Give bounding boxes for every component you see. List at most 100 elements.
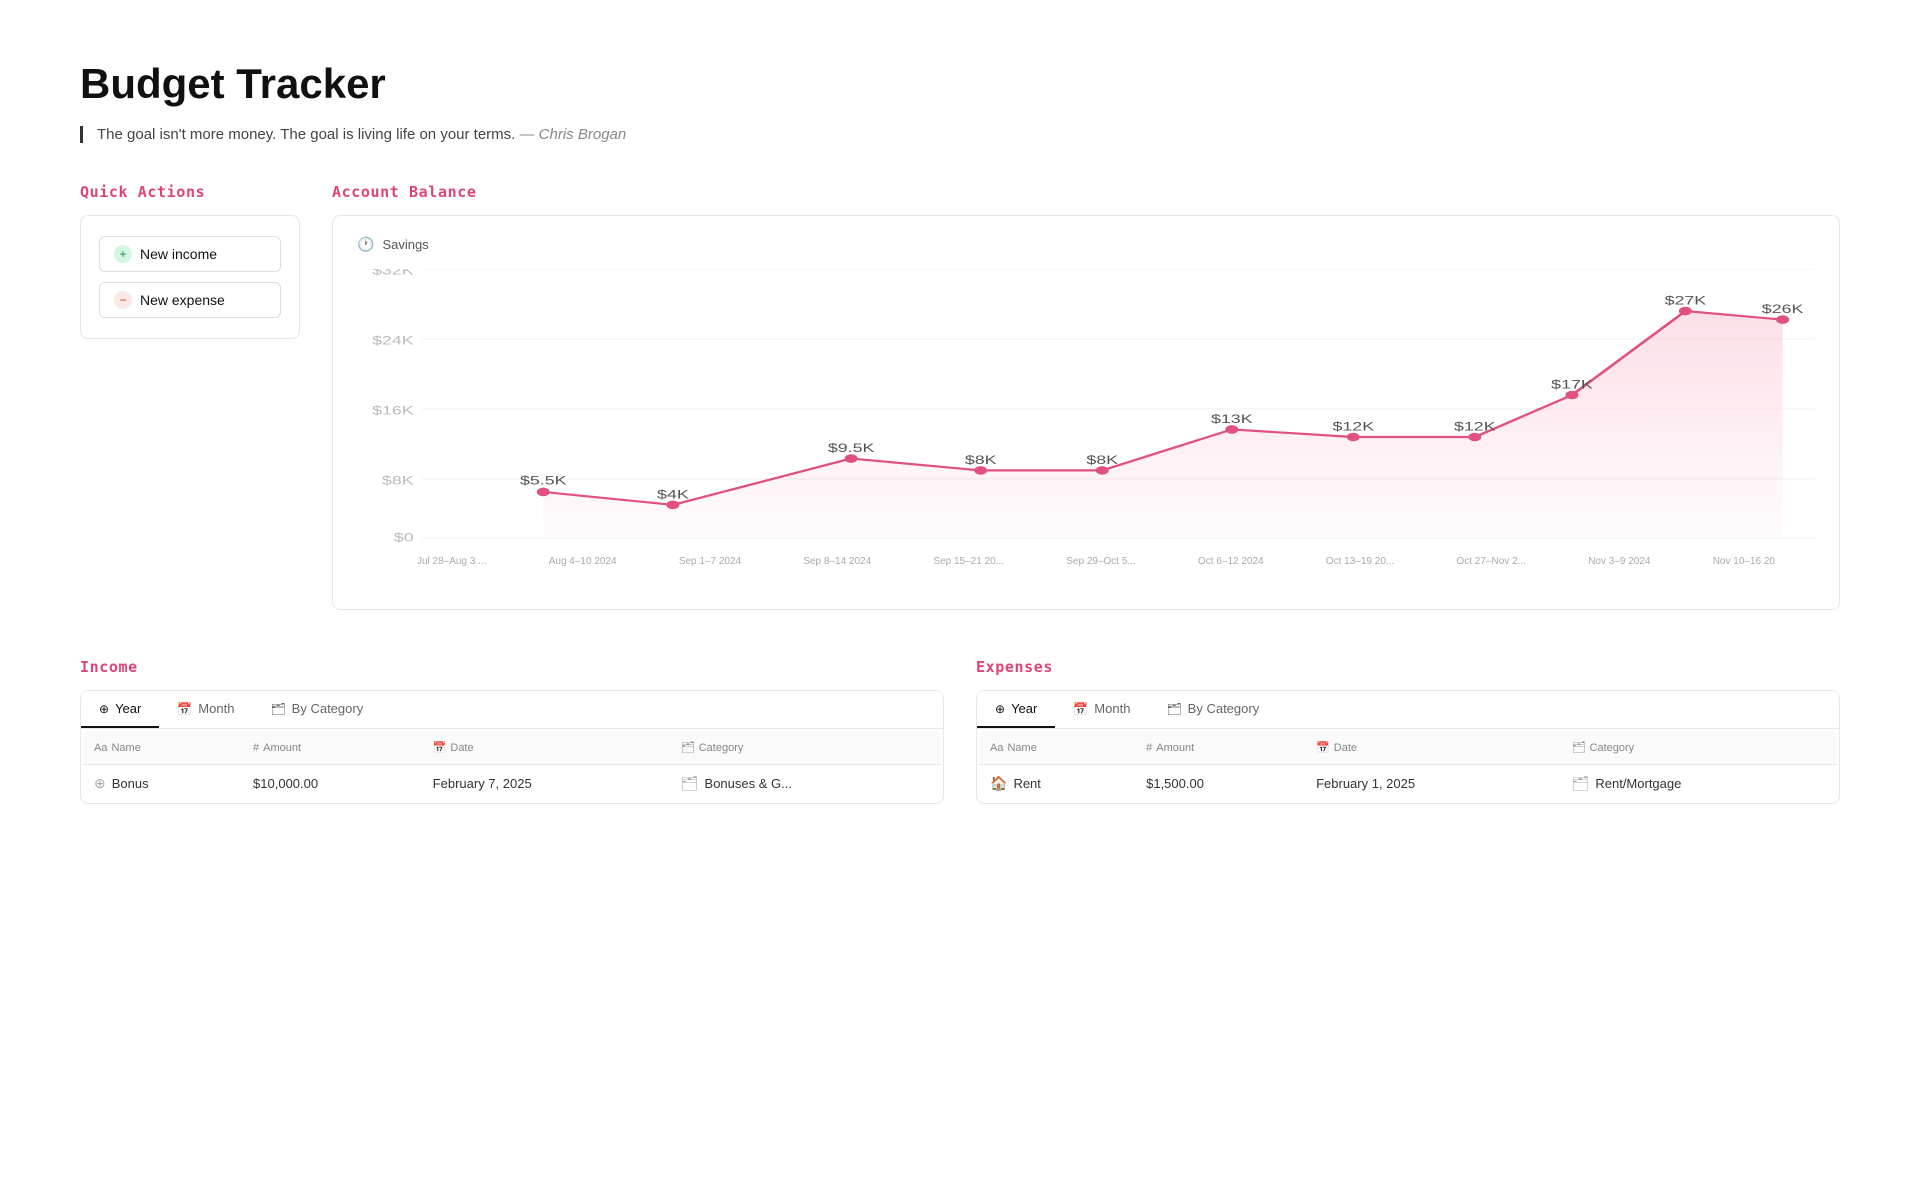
- exp-month-tab-icon: 📅: [1073, 702, 1088, 716]
- data-point: [1096, 466, 1109, 475]
- name-col-icon: Aa: [94, 742, 107, 754]
- income-col-category: 🗂 Category: [669, 730, 943, 765]
- x-label: Sep 8–14 2024: [803, 556, 871, 567]
- page-title: Budget Tracker: [80, 60, 1840, 108]
- income-row-date: February 7, 2025: [421, 765, 669, 803]
- expenses-row-name: 🏠 Rent: [978, 765, 1135, 803]
- expenses-table-row: 🏠 Rent $1,500.00 February 1, 2025 🗂 Rent…: [978, 765, 1839, 803]
- data-point: [845, 454, 858, 463]
- exp-category-tab-icon: 🗂: [1166, 702, 1181, 716]
- account-balance-section: Account Balance 🕐 Savings $32K $24K: [332, 183, 1840, 610]
- expenses-tab-year-label: Year: [1011, 701, 1037, 716]
- category-tab-icon: 🗂: [270, 702, 285, 716]
- svg-text:$5.5K: $5.5K: [520, 474, 567, 487]
- svg-text:$4K: $4K: [657, 488, 689, 501]
- expenses-col-name: Aa Name: [978, 730, 1135, 765]
- data-point: [666, 501, 679, 510]
- data-point: [1347, 433, 1360, 442]
- x-label: Sep 15–21 20...: [933, 556, 1004, 567]
- income-tab-category[interactable]: 🗂 By Category: [252, 691, 381, 728]
- income-table: Aa Name # Amount 📅 Date 🗂 Category: [81, 729, 943, 803]
- income-table-row: ⊕ Bonus $10,000.00 February 7, 2025 🗂 Bo…: [82, 765, 943, 803]
- amount-col-icon: #: [253, 742, 259, 754]
- new-income-icon: +: [114, 245, 132, 263]
- svg-text:$12K: $12K: [1332, 420, 1374, 433]
- x-label: Oct 13–19 20...: [1326, 556, 1394, 567]
- expenses-tab-category-label: By Category: [1188, 701, 1260, 716]
- data-point: [974, 466, 987, 475]
- income-tab-year[interactable]: ⊕ Year: [81, 691, 159, 728]
- svg-text:$0: $0: [394, 531, 414, 544]
- income-col-amount: # Amount: [241, 730, 421, 765]
- quick-actions-title: Quick Actions: [80, 183, 300, 201]
- x-label: Jul 28–Aug 3 ...: [417, 556, 487, 567]
- expenses-section: Expenses ⊕ Year 📅 Month 🗂 By Category: [976, 658, 1840, 804]
- svg-text:$32K: $32K: [372, 269, 414, 278]
- expenses-tab-category[interactable]: 🗂 By Category: [1148, 691, 1277, 728]
- x-axis-labels: Jul 28–Aug 3 ... Aug 4–10 2024 Sep 1–7 2…: [357, 554, 1815, 567]
- expenses-tab-year[interactable]: ⊕ Year: [977, 691, 1055, 728]
- x-label: Sep 29–Oct 5...: [1066, 556, 1136, 567]
- chart-svg: $32K $24K $16K $8K $0: [357, 269, 1815, 549]
- chart-area-fill: [543, 311, 1782, 538]
- exp-date-col-icon: 📅: [1316, 741, 1330, 754]
- expenses-row-icon: 🏠: [990, 775, 1007, 792]
- expenses-col-date: 📅 Date: [1304, 730, 1559, 765]
- expenses-col-amount: # Amount: [1134, 730, 1304, 765]
- expenses-table: Aa Name # Amount 📅 Date 🗂 Category: [977, 729, 1839, 803]
- income-table-wrapper: ⊕ Year 📅 Month 🗂 By Category Aa Nam: [80, 690, 944, 804]
- income-row-name: ⊕ Bonus: [82, 765, 242, 803]
- quick-actions-section: Quick Actions + New income − New expense: [80, 183, 300, 610]
- income-tab-month[interactable]: 📅 Month: [159, 691, 252, 728]
- income-col-name: Aa Name: [82, 730, 242, 765]
- legend-clock-icon: 🕐: [357, 236, 374, 253]
- data-point: [1468, 433, 1481, 442]
- svg-text:$16K: $16K: [372, 404, 414, 417]
- data-point: [1776, 315, 1789, 324]
- income-cat-icon: 🗂: [681, 775, 699, 792]
- expenses-title: Expenses: [976, 658, 1840, 676]
- data-point: [1566, 391, 1579, 400]
- income-section: Income ⊕ Year 📅 Month 🗂 By Category: [80, 658, 944, 804]
- expenses-tab-month[interactable]: 📅 Month: [1055, 691, 1148, 728]
- expenses-col-category: 🗂 Category: [1560, 730, 1839, 765]
- date-col-icon: 📅: [433, 741, 447, 754]
- quote-author: — Chris Brogan: [520, 126, 627, 143]
- income-row-category: 🗂 Bonuses & G...: [669, 765, 943, 803]
- x-label: Sep 1–7 2024: [679, 556, 741, 567]
- svg-text:$8K: $8K: [965, 454, 997, 467]
- month-tab-icon: 📅: [177, 702, 192, 716]
- x-label: Oct 27–Nov 2...: [1456, 556, 1525, 567]
- expenses-table-wrapper: ⊕ Year 📅 Month 🗂 By Category Aa Nam: [976, 690, 1840, 804]
- exp-cat-col-icon: 🗂: [1572, 741, 1586, 754]
- income-col-date: 📅 Date: [421, 730, 669, 765]
- legend-label: Savings: [382, 237, 428, 252]
- new-income-button[interactable]: + New income: [99, 236, 281, 272]
- svg-text:$9.5K: $9.5K: [828, 442, 875, 455]
- svg-text:$13K: $13K: [1211, 413, 1253, 426]
- new-expense-button[interactable]: − New expense: [99, 282, 281, 318]
- income-row-amount: $10,000.00: [241, 765, 421, 803]
- quick-actions-card: + New income − New expense: [80, 215, 300, 339]
- x-label: Oct 6–12 2024: [1198, 556, 1264, 567]
- expenses-tab-month-label: Month: [1094, 701, 1130, 716]
- svg-text:$26K: $26K: [1762, 303, 1804, 316]
- income-tab-category-label: By Category: [292, 701, 364, 716]
- new-expense-icon: −: [114, 291, 132, 309]
- svg-text:$24K: $24K: [372, 334, 414, 347]
- expenses-table-header: Aa Name # Amount 📅 Date 🗂 Category: [978, 730, 1839, 765]
- exp-name-col-icon: Aa: [990, 742, 1003, 754]
- expenses-row-amount: $1,500.00: [1134, 765, 1304, 803]
- income-tab-month-label: Month: [198, 701, 234, 716]
- income-tabs: ⊕ Year 📅 Month 🗂 By Category: [81, 691, 943, 729]
- svg-text:$17K: $17K: [1551, 378, 1593, 391]
- chart-legend: 🕐 Savings: [357, 236, 1815, 253]
- expenses-cat-icon: 🗂: [1572, 775, 1590, 792]
- svg-text:$8K: $8K: [382, 474, 414, 487]
- income-row-icon: ⊕: [94, 775, 106, 792]
- expenses-row-category: 🗂 Rent/Mortgage: [1560, 765, 1839, 803]
- income-title: Income: [80, 658, 944, 676]
- income-table-header: Aa Name # Amount 📅 Date 🗂 Category: [82, 730, 943, 765]
- data-point: [537, 488, 550, 497]
- exp-amount-col-icon: #: [1146, 742, 1152, 754]
